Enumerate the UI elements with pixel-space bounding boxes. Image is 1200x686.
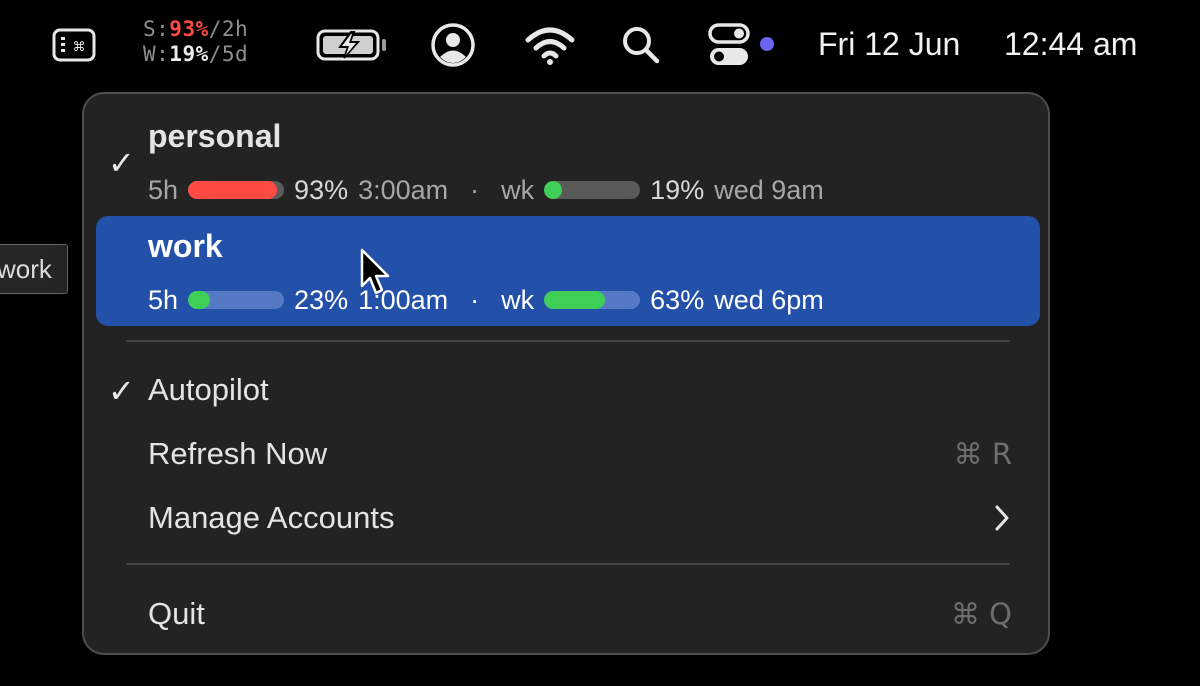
- quit-menu-item[interactable]: Quit ⌘ Q: [96, 582, 1040, 642]
- mouse-cursor-icon: [358, 248, 394, 298]
- autopilot-menu-item[interactable]: ✓ Autopilot: [96, 360, 1040, 420]
- week-progress-fill: [544, 291, 605, 309]
- session-percent: 93%: [169, 17, 209, 41]
- session-window: /2h: [208, 17, 249, 41]
- week-prefix: W:: [143, 42, 170, 66]
- week-window: /5d: [208, 42, 249, 66]
- session-progress-fill: [188, 181, 278, 199]
- refresh-now-label: Refresh Now: [148, 436, 328, 471]
- menubar-time[interactable]: 12:44 am: [1004, 22, 1137, 66]
- session-progress-bar: [188, 291, 285, 309]
- session-percent: 23%: [294, 284, 349, 315]
- quit-label: Quit: [148, 596, 205, 631]
- session-progress-bar: [188, 181, 285, 199]
- week-percent: 19%: [169, 42, 209, 66]
- keyboard-icon[interactable]: ⌘: [52, 28, 96, 62]
- session-label: 5h: [148, 284, 179, 315]
- manage-accounts-label: Manage Accounts: [148, 500, 395, 535]
- week-percent: 19%: [650, 174, 705, 205]
- control-center-icon[interactable]: [706, 22, 754, 68]
- separator-dot: ·: [470, 174, 480, 205]
- account-item-personal[interactable]: ✓ personal 5h 93% 3:00am · wk 19% wed 9a…: [96, 104, 1040, 214]
- week-reset-time: wed 6pm: [714, 284, 824, 315]
- checkmark-icon: ✓: [108, 372, 135, 410]
- menubar-date[interactable]: Fri 12 Jun: [818, 22, 960, 66]
- week-progress-bar: [544, 181, 641, 199]
- manage-accounts-menu-item[interactable]: Manage Accounts: [96, 488, 1040, 548]
- week-label: wk: [501, 174, 535, 205]
- week-percent: 63%: [650, 284, 705, 315]
- week-label: wk: [501, 284, 535, 315]
- week-reset-time: wed 9am: [714, 174, 824, 205]
- week-progress-fill: [544, 181, 563, 199]
- refresh-now-menu-item[interactable]: Refresh Now ⌘ R: [96, 424, 1040, 484]
- user-circle-icon[interactable]: [430, 22, 476, 68]
- menu-bar: ⌘ S:93%/2h W:19%/5d Fri 12 Jun 12:44 am: [0, 0, 1200, 88]
- wifi-icon[interactable]: [524, 24, 576, 66]
- tooltip-text: work: [0, 253, 52, 284]
- week-usage-line: W:19%/5d: [143, 42, 283, 67]
- status-indicator-dot: [760, 37, 774, 51]
- account-name: work: [148, 228, 223, 264]
- autopilot-label: Autopilot: [148, 372, 269, 407]
- session-progress-fill: [188, 291, 211, 309]
- session-reset-time: 3:00am: [358, 174, 449, 205]
- svg-text:⌘: ⌘: [73, 40, 86, 55]
- account-item-work[interactable]: work 5h 23% 1:00am · wk 63% wed 6pm: [96, 216, 1040, 326]
- battery-charging-icon[interactable]: [316, 28, 388, 62]
- menu-divider: [126, 563, 1010, 565]
- separator-dot: ·: [470, 284, 480, 315]
- account-name: personal: [148, 118, 282, 154]
- account-usage: 5h 93% 3:00am · wk 19% wed 9am: [148, 172, 824, 208]
- search-icon[interactable]: [620, 24, 662, 66]
- session-prefix: S:: [143, 17, 170, 41]
- account-menu: ✓ personal 5h 93% 3:00am · wk 19% wed 9a…: [82, 92, 1050, 655]
- session-usage-line: S:93%/2h: [143, 17, 283, 42]
- session-label: 5h: [148, 174, 179, 205]
- week-progress-bar: [544, 291, 641, 309]
- usage-status[interactable]: S:93%/2h W:19%/5d: [143, 17, 283, 73]
- session-percent: 93%: [294, 174, 349, 205]
- quit-shortcut: ⌘ Q: [950, 597, 1012, 631]
- checkmark-icon: ✓: [108, 144, 135, 182]
- account-tooltip: work: [0, 244, 68, 294]
- account-usage: 5h 23% 1:00am · wk 63% wed 6pm: [148, 282, 824, 318]
- chevron-right-icon: [994, 504, 1010, 537]
- refresh-shortcut: ⌘ R: [953, 437, 1012, 471]
- menu-divider: [126, 340, 1010, 342]
